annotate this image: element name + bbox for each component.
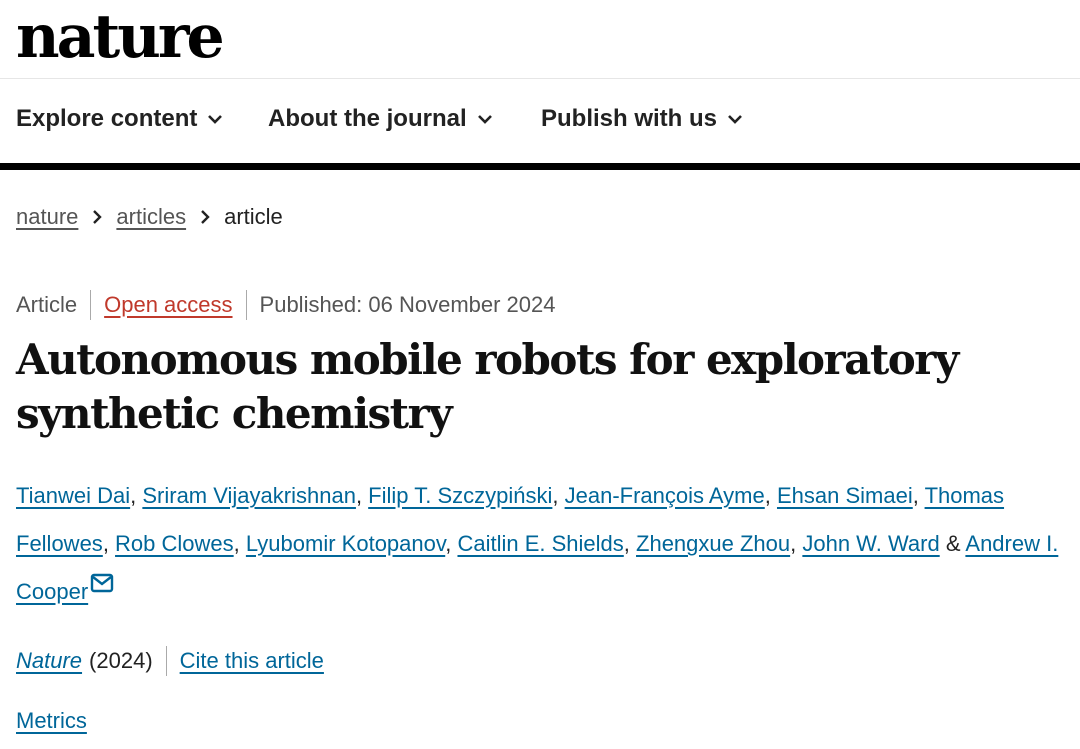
cite-article-link[interactable]: Cite this article [180,648,324,674]
breadcrumb-current: article [224,204,283,229]
author-separator: & [939,531,966,556]
author-separator: , [790,531,803,556]
mail-icon[interactable] [90,573,114,593]
publication-year: (2024) [89,648,153,673]
author-separator: , [764,483,777,508]
main-nav: Explore content About the journal Publis… [0,79,1080,170]
journal-link[interactable]: Nature [16,648,82,674]
author-separator: , [102,531,116,556]
nav-label: Explore content [16,105,198,132]
author-link[interactable]: John W. Ward [802,531,939,556]
nav-explore-content[interactable]: Explore content [16,105,223,133]
chevron-right-icon [201,210,210,224]
author-separator: , [552,483,565,508]
author-link[interactable]: Ehsan Simaei [777,483,913,508]
chevron-right-icon [93,210,103,224]
author-link[interactable]: Lyubomir Kotopanov [246,531,445,556]
site-header: nature [0,0,1080,79]
breadcrumb-nature[interactable]: nature [16,204,78,230]
author-separator: , [445,531,458,556]
author-link[interactable]: Zhengxue Zhou [636,531,790,556]
title-line-2: synthetic chemistry [16,389,453,438]
author-link[interactable]: Filip T. Szczypiński [368,483,552,508]
author-separator: , [623,531,637,556]
metrics-link[interactable]: Metrics [16,708,87,734]
meta-divider [245,290,247,320]
nature-logo[interactable]: nature [16,0,225,76]
author-separator: , [233,531,246,556]
chevron-down-icon [208,115,223,124]
breadcrumb-articles[interactable]: articles [116,204,186,230]
breadcrumb: nature articles article [16,204,283,230]
citation-divider [165,646,167,676]
citation-line: Nature (2024) Cite this article [16,646,324,676]
nav-publish-with-us[interactable]: Publish with us [541,105,743,133]
article-title: Autonomous mobile robots for exploratory… [16,333,1056,441]
author-link[interactable]: Tianwei Dai [16,483,130,508]
author-link[interactable]: Rob Clowes [115,531,234,556]
chevron-down-icon [728,115,742,124]
published-date: Published: 06 November 2024 [259,292,556,317]
article-meta: Article Open access Published: 06 Novemb… [16,290,556,320]
author-separator: , [355,483,369,508]
author-separator: , [130,483,143,508]
author-link[interactable]: Jean-François Ayme [565,483,765,508]
nav-label: About the journal [268,105,467,132]
nav-label: Publish with us [541,105,718,132]
author-separator: , [912,483,925,508]
open-access-link[interactable]: Open access [104,292,232,318]
author-list: Tianwei Dai, Sriram Vijayakrishnan, Fili… [16,472,1066,616]
author-link[interactable]: Sriram Vijayakrishnan [142,483,356,508]
title-line-1: Autonomous mobile robots for exploratory [16,335,959,384]
author-link[interactable]: Caitlin E. Shields [457,531,623,556]
nav-about-journal[interactable]: About the journal [268,105,493,133]
meta-divider [90,290,92,320]
article-type: Article [16,292,78,317]
chevron-down-icon [477,115,492,124]
